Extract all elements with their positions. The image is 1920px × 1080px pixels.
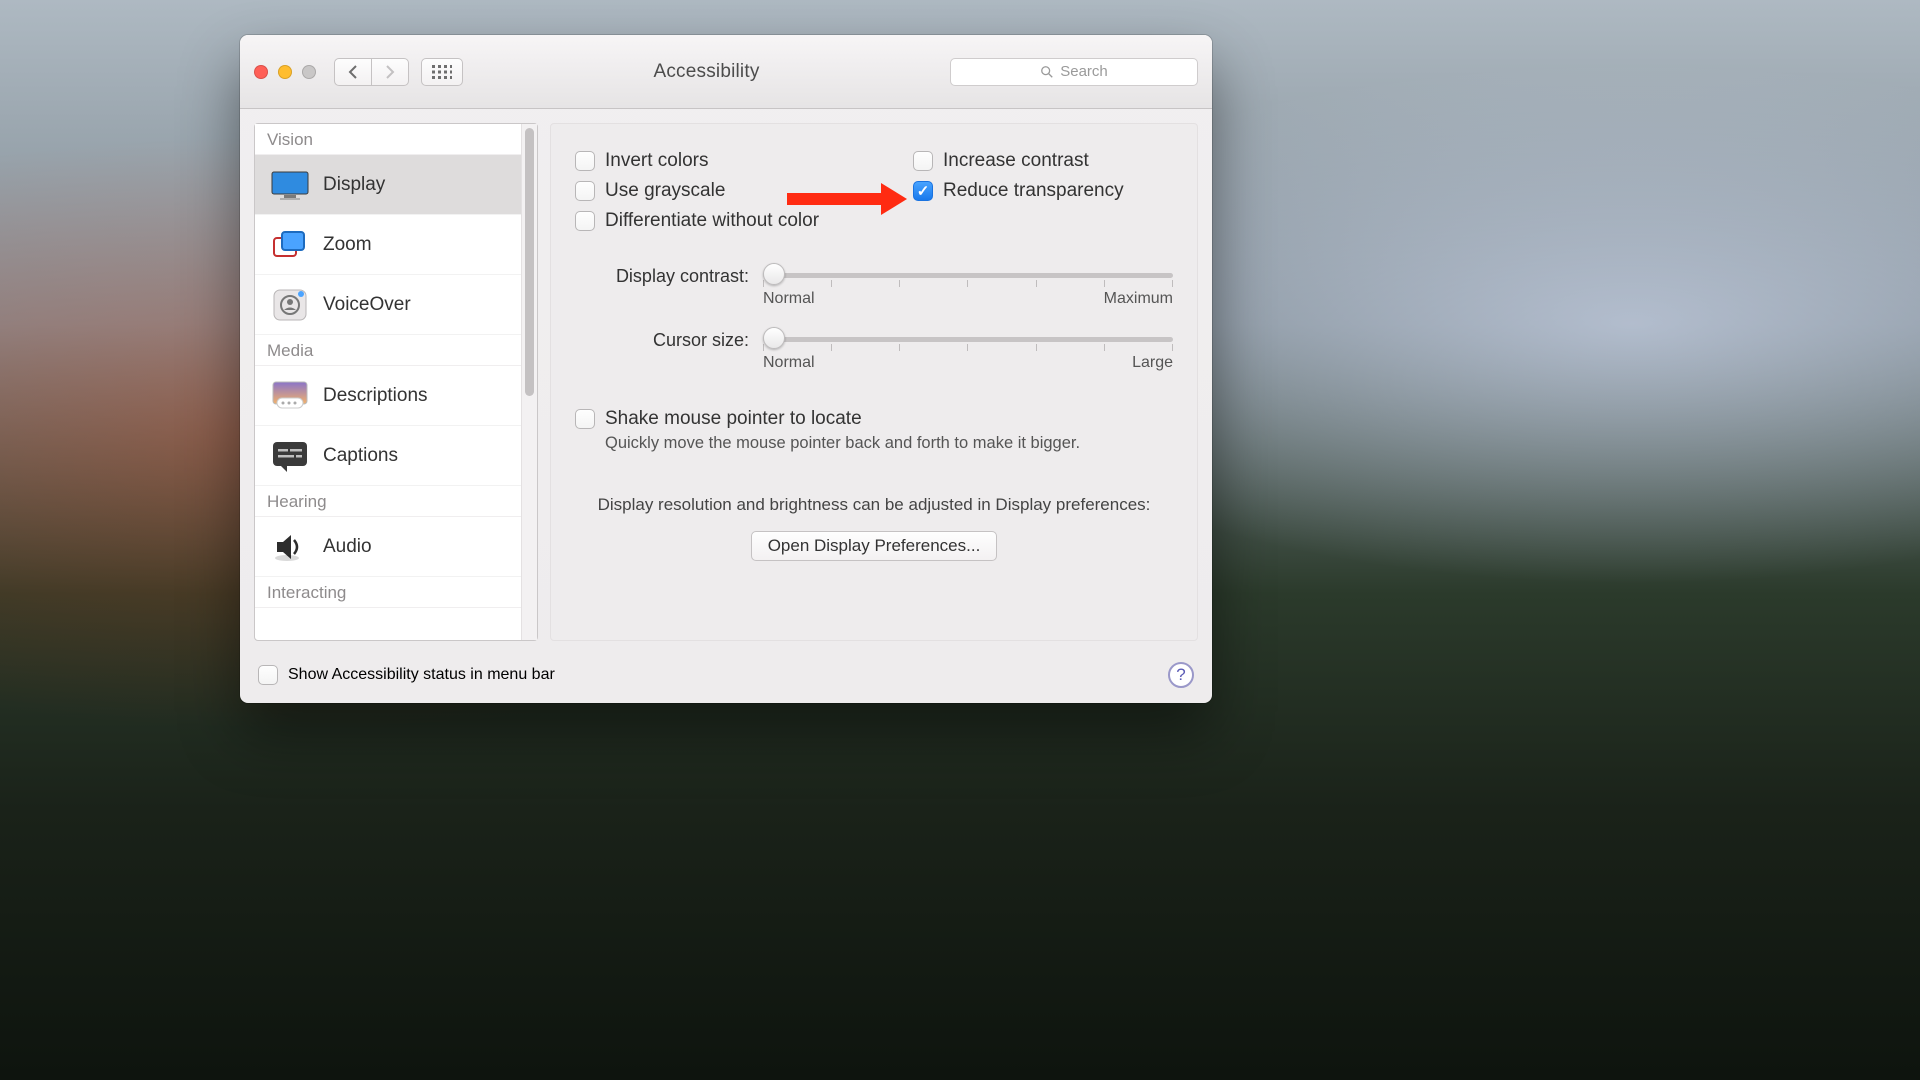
accessibility-window: Accessibility Search Vision Display (240, 35, 1212, 703)
show-status-menubar-checkbox[interactable]: Show Accessibility status in menu bar (258, 665, 555, 685)
reduce-transparency-checkbox[interactable]: Reduce transparency (913, 180, 1124, 202)
slider-min-label: Normal (763, 354, 815, 372)
shake-pointer-hint: Quickly move the mouse pointer back and … (605, 434, 1173, 453)
checkbox-icon (258, 665, 278, 685)
checkbox-icon (575, 181, 595, 201)
checkbox-icon (575, 151, 595, 171)
slider-max-label: Maximum (1104, 290, 1173, 308)
checkbox-label: Increase contrast (943, 150, 1089, 172)
chevron-left-icon (347, 65, 359, 79)
use-grayscale-checkbox[interactable]: Use grayscale (575, 180, 725, 202)
forward-button[interactable] (371, 58, 409, 86)
show-all-button[interactable] (421, 58, 463, 86)
zoom-window-button[interactable] (302, 65, 316, 79)
display-contrast-label: Display contrast: (575, 264, 749, 287)
display-settings-pane: Invert colors Use grayscale Differentiat… (550, 123, 1198, 641)
grid-icon (432, 65, 452, 79)
checkbox-grid: Invert colors Use grayscale Differentiat… (575, 150, 1173, 232)
sidebar-item-label: Zoom (323, 234, 372, 256)
checkbox-label: Use grayscale (605, 180, 725, 202)
slider-max-label: Large (1132, 354, 1173, 372)
sidebar-item-label: Audio (323, 536, 372, 558)
chevron-right-icon (384, 65, 396, 79)
window-controls (254, 65, 316, 79)
checkbox-icon (913, 151, 933, 171)
cursor-size-row: Cursor size: Normal Large (575, 328, 1173, 372)
sidebar-section-media: Media (255, 335, 521, 366)
sidebar-item-audio[interactable]: Audio (255, 517, 521, 577)
sidebar-item-descriptions[interactable]: Descriptions (255, 366, 521, 426)
cursor-size-label: Cursor size: (575, 328, 749, 351)
checkbox-label: Differentiate without color (605, 210, 819, 232)
voiceover-icon (269, 289, 311, 321)
checkbox-label: Show Accessibility status in menu bar (288, 666, 555, 684)
help-icon: ? (1176, 665, 1185, 685)
zoom-icon (269, 229, 311, 261)
invert-colors-checkbox[interactable]: Invert colors (575, 150, 708, 172)
sidebar-section-vision: Vision (255, 124, 521, 155)
sidebar-item-label: Display (323, 174, 385, 196)
cursor-size-slider[interactable] (763, 328, 1173, 350)
checkbox-icon (913, 181, 933, 201)
display-contrast-slider[interactable] (763, 264, 1173, 286)
sidebar-section-interacting: Interacting (255, 577, 521, 608)
desktop-background: Accessibility Search Vision Display (0, 0, 1920, 1080)
sidebar-item-label: Captions (323, 445, 398, 467)
sidebar-scrollbar[interactable] (521, 124, 537, 640)
sidebar-item-label: VoiceOver (323, 294, 411, 316)
sidebar-item-display[interactable]: Display (255, 155, 521, 215)
checkbox-icon (575, 409, 595, 429)
checkbox-label: Reduce transparency (943, 180, 1124, 202)
window-body: Vision Display Zoom (240, 109, 1212, 655)
checkbox-icon (575, 211, 595, 231)
close-window-button[interactable] (254, 65, 268, 79)
descriptions-icon (269, 380, 311, 412)
back-button[interactable] (334, 58, 372, 86)
search-icon (1040, 65, 1054, 79)
search-placeholder: Search (1060, 63, 1108, 80)
search-field[interactable]: Search (950, 58, 1198, 86)
display-contrast-row: Display contrast: Normal Maximum (575, 264, 1173, 308)
slider-min-label: Normal (763, 290, 815, 308)
checkbox-label: Invert colors (605, 150, 708, 172)
display-prefs-note: Display resolution and brightness can be… (575, 495, 1173, 515)
increase-contrast-checkbox[interactable]: Increase contrast (913, 150, 1089, 172)
sidebar-item-voiceover[interactable]: VoiceOver (255, 275, 521, 335)
scrollbar-thumb[interactable] (525, 128, 534, 396)
open-display-preferences-button[interactable]: Open Display Preferences... (751, 531, 998, 561)
sidebar-section-hearing: Hearing (255, 486, 521, 517)
titlebar: Accessibility Search (240, 35, 1212, 109)
captions-icon (269, 440, 311, 472)
display-icon (269, 169, 311, 201)
sidebar-item-captions[interactable]: Captions (255, 426, 521, 486)
category-sidebar: Vision Display Zoom (254, 123, 538, 641)
window-footer: Show Accessibility status in menu bar ? (240, 655, 1212, 703)
nav-buttons (334, 58, 409, 86)
audio-icon (269, 531, 311, 563)
window-title: Accessibility (463, 61, 950, 83)
help-button[interactable]: ? (1168, 662, 1194, 688)
shake-pointer-checkbox[interactable]: Shake mouse pointer to locate (575, 408, 1173, 430)
checkbox-label: Shake mouse pointer to locate (605, 408, 862, 430)
differentiate-without-color-checkbox[interactable]: Differentiate without color (575, 210, 819, 232)
sidebar-item-zoom[interactable]: Zoom (255, 215, 521, 275)
sidebar-item-label: Descriptions (323, 385, 428, 407)
minimize-window-button[interactable] (278, 65, 292, 79)
shake-pointer-block: Shake mouse pointer to locate Quickly mo… (575, 408, 1173, 453)
